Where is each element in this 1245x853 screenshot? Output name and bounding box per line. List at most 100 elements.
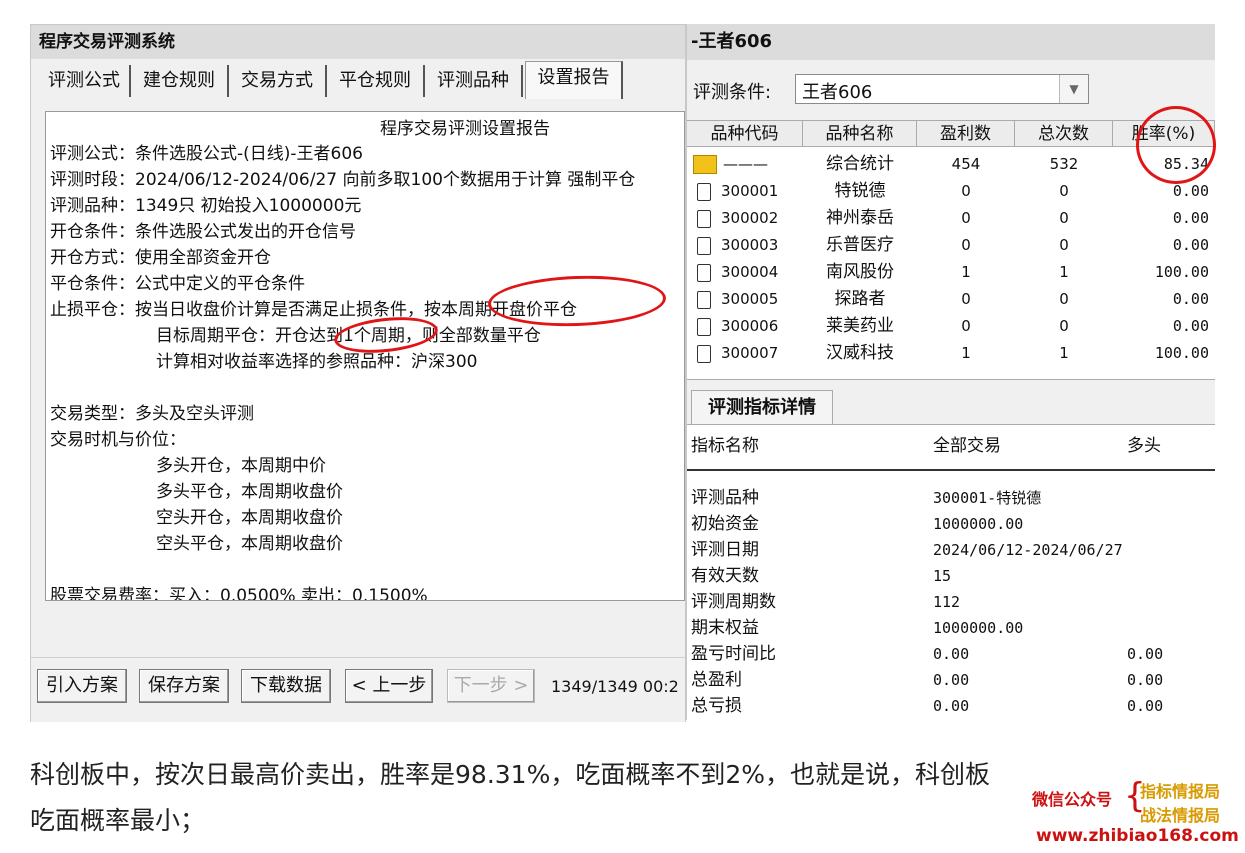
stock-profit: 0: [961, 182, 971, 200]
stock-name: 莱美药业: [826, 316, 894, 336]
report-line: 股票交易费率：买入：0.0500% 卖出：0.1500%: [50, 586, 428, 601]
detail-header-all: 全部交易: [933, 436, 1001, 456]
prev-step-button[interactable]: < 上一步: [345, 669, 433, 703]
tab-close-rules[interactable]: 平仓规则: [327, 65, 425, 97]
stock-profit: 0: [961, 236, 971, 254]
stock-profit: 0: [961, 290, 971, 308]
evaluation-system-window: 程序交易评测系统 评测公式 建仓规则 交易方式 平仓规则 评测品种 设置报告 程…: [30, 24, 686, 722]
stock-total: 1: [1059, 263, 1069, 281]
stock-winrate: 0.00: [1172, 236, 1209, 254]
table-row[interactable]: 300001 特锐德 0 0 0.00: [687, 178, 1215, 205]
metric-name: 盈亏时间比: [691, 644, 776, 664]
table-row-summary[interactable]: ——— 综合统计 454 532 85.34: [687, 151, 1215, 178]
metric-long: 0.00: [1127, 645, 1164, 663]
report-line: 评测时段：2024/06/12-2024/06/27 向前多取100个数据用于计…: [50, 170, 636, 190]
table-row[interactable]: 300005 探路者 0 0 0.00: [687, 286, 1215, 313]
stock-total: 0: [1059, 209, 1069, 227]
window-title: 程序交易评测系统: [31, 25, 685, 59]
col-header-name[interactable]: 品种名称: [803, 121, 917, 147]
stock-total: 0: [1059, 236, 1069, 254]
stock-winrate: 0.00: [1172, 209, 1209, 227]
stock-code: 300004: [721, 263, 779, 281]
chevron-down-icon[interactable]: ▼: [1059, 75, 1088, 103]
report-line: 多头开仓，本周期中价: [156, 456, 326, 476]
tab-instruments[interactable]: 评测品种: [425, 65, 523, 97]
watermark-name-2: 战法情报局: [1140, 806, 1221, 825]
metric-name: 评测日期: [691, 540, 759, 560]
col-header-profit[interactable]: 盈利数: [917, 121, 1015, 147]
summary-profit: 454: [951, 155, 981, 173]
stock-profit: 0: [961, 209, 971, 227]
stock-code: 300007: [721, 344, 779, 362]
stock-icon: [697, 264, 711, 282]
metric-name: 期末权益: [691, 618, 759, 638]
table-row[interactable]: 300006 莱美药业 0 0 0.00: [687, 313, 1215, 340]
table-row[interactable]: 300004 南风股份 1 1 100.00: [687, 259, 1215, 286]
table-row[interactable]: 300003 乐普医疗 0 0 0.00: [687, 232, 1215, 259]
stock-code: 300005: [721, 290, 779, 308]
download-data-button[interactable]: 下载数据: [241, 669, 331, 703]
table-row[interactable]: 300007 汉威科技 1 1 100.00: [687, 340, 1215, 367]
tab-trade-mode[interactable]: 交易方式: [229, 65, 327, 97]
metric-all: 2024/06/12-2024/06/27: [933, 541, 1123, 559]
metric-all: 1000000.00: [933, 515, 1024, 533]
metric-all: 112: [933, 593, 961, 611]
report-line: 交易类型：多头及空头评测: [50, 404, 254, 424]
report-line: 开仓条件：条件选股公式发出的开仓信号: [50, 222, 356, 242]
stock-winrate: 0.00: [1172, 182, 1209, 200]
metric-all: 0.00: [933, 697, 970, 715]
save-plan-button[interactable]: 保存方案: [139, 669, 229, 703]
stock-total: 0: [1059, 290, 1069, 308]
stock-icon: [697, 210, 711, 228]
metric-all: 1000000.00: [933, 619, 1024, 637]
stock-icon: [697, 318, 711, 336]
detail-header-long: 多头: [1127, 436, 1161, 456]
tab-formula[interactable]: 评测公式: [39, 65, 131, 97]
col-header-code[interactable]: 品种代码: [687, 121, 803, 147]
metric-all: 15: [933, 567, 952, 585]
stock-profit: 0: [961, 317, 971, 335]
stock-winrate: 0.00: [1172, 290, 1209, 308]
tab-open-rules[interactable]: 建仓规则: [131, 65, 229, 97]
report-line: 空头开仓，本周期收盘价: [156, 508, 343, 528]
table-row[interactable]: 300002 神州泰岳 0 0 0.00: [687, 205, 1215, 232]
stock-name: 乐普医疗: [826, 235, 894, 255]
stock-name: 神州泰岳: [826, 208, 894, 228]
stock-name: 汉威科技: [826, 343, 894, 363]
report-line: 评测品种：1349只 初始投入1000000元: [50, 196, 362, 216]
condition-value: 王者606: [802, 82, 873, 103]
report-line: 评测公式：条件选股公式-(日线)-王者606: [50, 144, 363, 164]
report-line: 平仓条件：公式中定义的平仓条件: [50, 274, 305, 294]
metric-name: 总亏损: [691, 696, 742, 716]
stock-name: 探路者: [834, 289, 886, 309]
tab-settings-report[interactable]: 设置报告: [525, 61, 623, 99]
stock-winrate: 0.00: [1172, 317, 1209, 335]
report-line: 交易时机与价位：: [50, 430, 186, 450]
metric-long: 0.00: [1127, 671, 1164, 689]
stock-code: 300003: [721, 236, 779, 254]
next-step-button[interactable]: 下一步 >: [447, 669, 535, 703]
metric-all: 0.00: [933, 671, 970, 689]
report-line: 多头平仓，本周期收盘价: [156, 482, 343, 502]
stock-total: 0: [1059, 182, 1069, 200]
metric-details-panel: 指标名称 全部交易 多头 评测品种 300001-特锐德 初始资金 100000…: [687, 424, 1215, 721]
metric-all: 300001-特锐德: [933, 489, 1042, 507]
condition-select[interactable]: 王者606 ▼: [795, 74, 1089, 104]
watermark-label: 微信公众号: [1032, 790, 1113, 809]
stock-name: 南风股份: [826, 262, 894, 282]
metric-name: 总盈利: [691, 670, 742, 690]
settings-report-text: 程序交易评测设置报告 评测公式：条件选股公式-(日线)-王者606 评测时段：2…: [45, 111, 685, 601]
metric-name: 有效天数: [691, 566, 759, 586]
tab-metric-details[interactable]: 评测指标详情: [691, 390, 833, 425]
result-window-title: -王者606: [687, 24, 1215, 60]
col-header-total[interactable]: 总次数: [1015, 121, 1113, 147]
stock-total: 1: [1059, 344, 1069, 362]
annotation-circle: [1136, 106, 1216, 184]
import-plan-button[interactable]: 引入方案: [37, 669, 127, 703]
report-line: 计算相对收益率选择的参照品种：沪深300: [156, 352, 478, 372]
metric-name: 评测周期数: [691, 592, 776, 612]
metric-name: 评测品种: [691, 488, 759, 508]
result-window: -王者606 评测条件: 王者606 ▼ 品种代码 品种名称 盈利数 总次数 胜…: [686, 24, 1215, 721]
metric-all: 0.00: [933, 645, 970, 663]
report-line: 空头平仓，本周期收盘价: [156, 534, 343, 554]
